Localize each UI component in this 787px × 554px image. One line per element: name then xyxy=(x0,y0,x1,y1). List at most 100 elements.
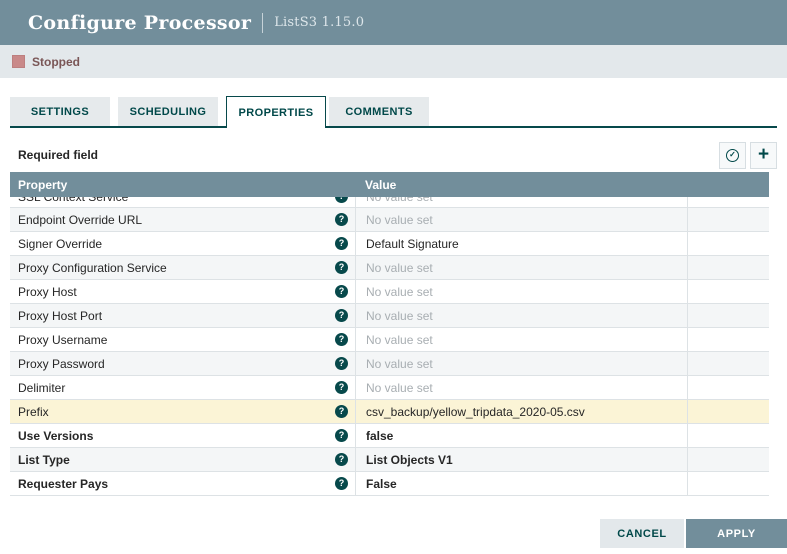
help-icon[interactable]: ? xyxy=(335,405,348,418)
properties-table: Property Value SSL Context Service ? No … xyxy=(10,172,769,496)
property-value-cell[interactable]: No value set xyxy=(355,352,687,375)
stopped-icon xyxy=(12,55,25,68)
help-icon[interactable]: ? xyxy=(335,261,348,274)
title-separator xyxy=(262,13,263,33)
property-name: Delimiter xyxy=(18,381,335,395)
property-name: Requester Pays xyxy=(18,477,335,491)
table-row[interactable]: List Type ? List Objects V1 xyxy=(10,448,769,472)
add-property-button[interactable]: + xyxy=(750,142,777,169)
property-value-cell[interactable]: No value set xyxy=(355,304,687,327)
property-name: Proxy Password xyxy=(18,357,335,371)
property-name: Prefix xyxy=(18,405,335,419)
row-action-cell xyxy=(687,208,769,231)
processor-status-bar: Stopped xyxy=(0,45,787,78)
property-name: List Type xyxy=(18,453,335,467)
property-value-cell[interactable]: List Objects V1 xyxy=(355,448,687,471)
property-name: Use Versions xyxy=(18,429,335,443)
help-icon[interactable]: ? xyxy=(335,213,348,226)
row-action-cell xyxy=(687,232,769,255)
column-header-property: Property xyxy=(10,172,355,197)
table-row[interactable]: Proxy Configuration Service ? No value s… xyxy=(10,256,769,280)
plus-icon: + xyxy=(758,145,769,164)
help-icon[interactable]: ? xyxy=(335,309,348,322)
table-row[interactable]: Proxy Username ? No value set xyxy=(10,328,769,352)
tab-comments[interactable]: COMMENTS xyxy=(329,97,429,126)
apply-button[interactable]: APPLY xyxy=(686,519,787,548)
table-row[interactable]: Proxy Host Port ? No value set xyxy=(10,304,769,328)
property-value: csv_backup/yellow_tripdata_2020-05.csv xyxy=(366,405,585,419)
row-action-cell xyxy=(687,376,769,399)
property-value: Default Signature xyxy=(366,237,459,251)
tab-scheduling[interactable]: SCHEDULING xyxy=(118,97,218,126)
row-action-cell xyxy=(687,197,769,208)
property-value: No value set xyxy=(366,357,433,371)
processor-type-version: ListS3 1.15.0 xyxy=(274,15,364,30)
properties-table-body: SSL Context Service ? No value set Endpo… xyxy=(10,197,769,496)
property-name-cell: SSL Context Service ? xyxy=(10,197,355,208)
row-action-cell xyxy=(687,256,769,279)
table-row[interactable]: Proxy Password ? No value set xyxy=(10,352,769,376)
table-row[interactable]: Requester Pays ? False xyxy=(10,472,769,496)
property-value-cell[interactable]: False xyxy=(355,472,687,495)
table-row[interactable]: Signer Override ? Default Signature xyxy=(10,232,769,256)
help-icon[interactable]: ? xyxy=(335,477,348,490)
help-icon[interactable]: ? xyxy=(335,381,348,394)
verify-properties-button[interactable]: ✓ xyxy=(719,142,746,169)
cancel-button[interactable]: CANCEL xyxy=(600,519,684,548)
row-action-cell xyxy=(687,304,769,327)
property-value-cell[interactable]: No value set xyxy=(355,208,687,231)
property-name-cell: Proxy Username ? xyxy=(10,328,355,351)
tab-properties[interactable]: PROPERTIES xyxy=(226,96,326,128)
row-action-cell xyxy=(687,400,769,423)
column-header-value: Value xyxy=(355,172,687,197)
property-value-cell[interactable]: No value set xyxy=(355,280,687,303)
properties-table-header: Property Value xyxy=(10,172,769,197)
help-icon[interactable]: ? xyxy=(335,333,348,346)
column-header-actions xyxy=(687,172,769,197)
row-action-cell xyxy=(687,352,769,375)
table-row[interactable]: Proxy Host ? No value set xyxy=(10,280,769,304)
property-name-cell: Proxy Host ? xyxy=(10,280,355,303)
help-icon[interactable]: ? xyxy=(335,357,348,370)
property-name: Proxy Host xyxy=(18,285,335,299)
help-icon[interactable]: ? xyxy=(335,453,348,466)
property-name: Proxy Username xyxy=(18,333,335,347)
property-value-cell[interactable]: No value set xyxy=(355,256,687,279)
property-value-cell[interactable]: No value set xyxy=(355,376,687,399)
table-row[interactable]: SSL Context Service ? No value set xyxy=(10,197,769,208)
dialog-tabs: SETTINGS SCHEDULING PROPERTIES COMMENTS xyxy=(10,97,777,128)
table-row[interactable]: Endpoint Override URL ? No value set xyxy=(10,208,769,232)
property-name-cell: List Type ? xyxy=(10,448,355,471)
table-row[interactable]: Prefix ? csv_backup/yellow_tripdata_2020… xyxy=(10,400,769,424)
property-value: False xyxy=(366,477,397,491)
table-row[interactable]: Use Versions ? false xyxy=(10,424,769,448)
status-label: Stopped xyxy=(32,55,80,69)
help-icon[interactable]: ? xyxy=(335,237,348,250)
row-action-cell xyxy=(687,448,769,471)
property-value-cell[interactable]: Default Signature xyxy=(355,232,687,255)
property-name: Proxy Configuration Service xyxy=(18,261,335,275)
help-icon[interactable]: ? xyxy=(335,429,348,442)
property-name-cell: Endpoint Override URL ? xyxy=(10,208,355,231)
property-name-cell: Requester Pays ? xyxy=(10,472,355,495)
property-name-cell: Proxy Password ? xyxy=(10,352,355,375)
property-value-cell[interactable]: csv_backup/yellow_tripdata_2020-05.csv xyxy=(355,400,687,423)
properties-toolbar: Required field ✓ + xyxy=(10,140,777,170)
property-value-cell[interactable]: false xyxy=(355,424,687,447)
row-action-cell xyxy=(687,472,769,495)
property-name-cell: Signer Override ? xyxy=(10,232,355,255)
help-icon[interactable]: ? xyxy=(335,285,348,298)
property-value: No value set xyxy=(366,213,433,227)
property-value: No value set xyxy=(366,285,433,299)
property-name: Signer Override xyxy=(18,237,335,251)
tab-settings[interactable]: SETTINGS xyxy=(10,97,110,126)
property-value-cell[interactable]: No value set xyxy=(355,197,687,208)
property-value-cell[interactable]: No value set xyxy=(355,328,687,351)
property-value: List Objects V1 xyxy=(366,453,453,467)
help-icon[interactable]: ? xyxy=(335,197,348,203)
table-row[interactable]: Delimiter ? No value set xyxy=(10,376,769,400)
property-name-cell: Proxy Host Port ? xyxy=(10,304,355,327)
dialog-titlebar: Configure Processor ListS3 1.15.0 xyxy=(0,0,787,45)
required-field-hint: Required field xyxy=(10,148,98,162)
property-name: Proxy Host Port xyxy=(18,309,335,323)
